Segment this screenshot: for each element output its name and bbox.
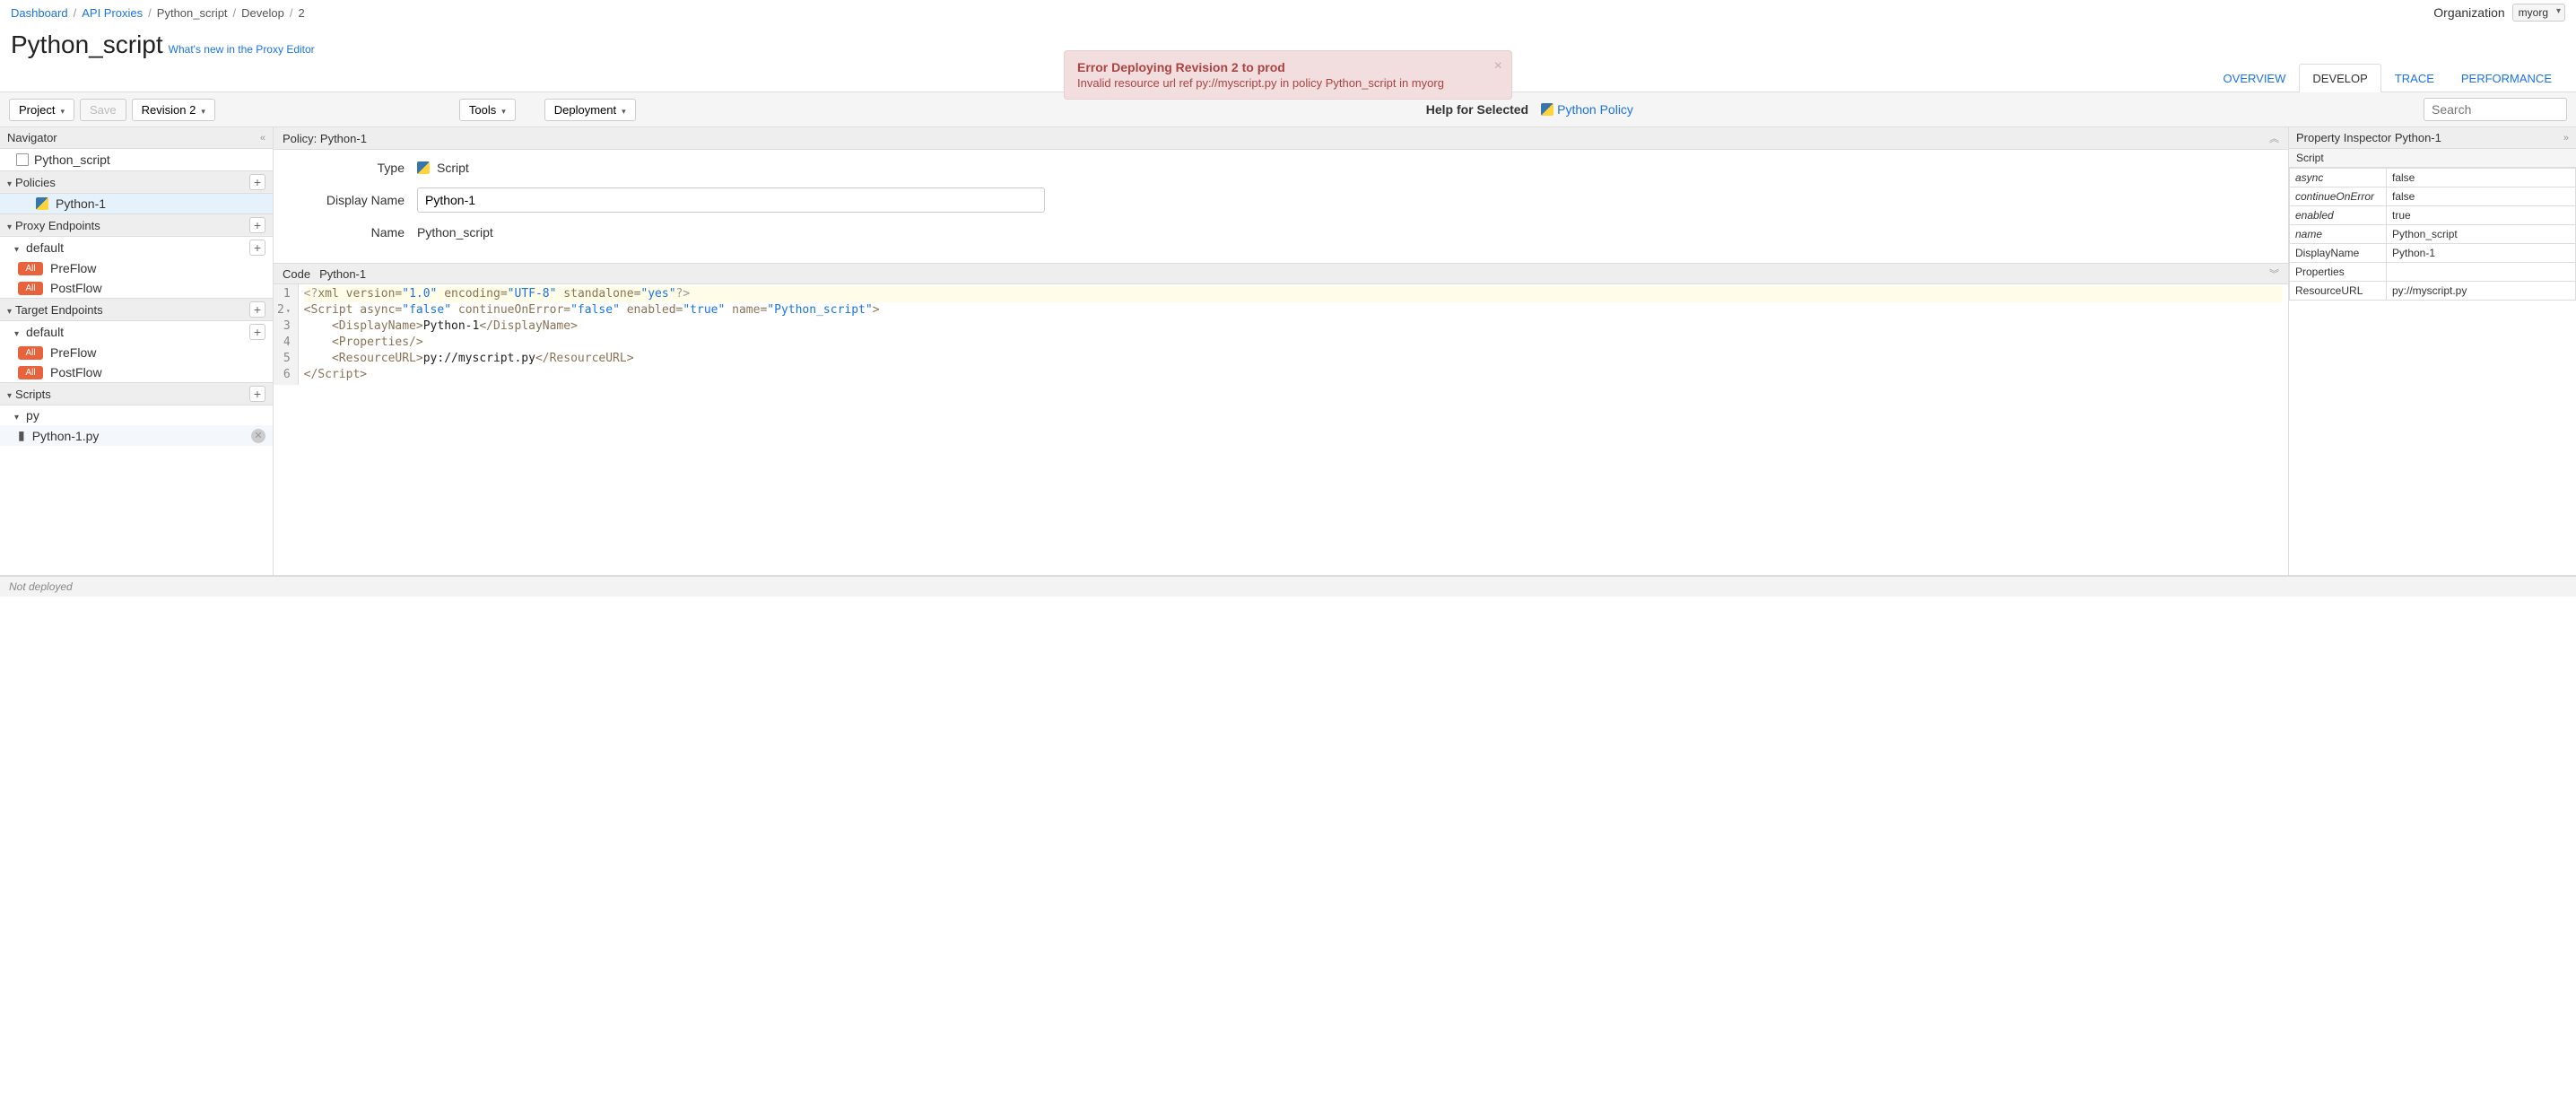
inspector-table: asyncfalsecontinueOnErrorfalseenabledtru… bbox=[2289, 168, 2576, 301]
nav-section-policies[interactable]: Policies + bbox=[0, 170, 273, 194]
breadcrumb: Dashboard / API Proxies / Python_script … bbox=[11, 6, 305, 20]
alert-message: Invalid resource url ref py://myscript.p… bbox=[1077, 76, 1484, 90]
inspector-row[interactable]: DisplayNamePython-1 bbox=[2290, 244, 2576, 263]
breadcrumb-revision: 2 bbox=[299, 6, 305, 20]
close-icon[interactable]: × bbox=[1494, 58, 1502, 74]
nav-target-preflow[interactable]: All PreFlow bbox=[0, 343, 273, 362]
navigator-root[interactable]: Python_script bbox=[0, 149, 273, 170]
breadcrumb-sep: / bbox=[74, 6, 77, 20]
breadcrumb-dashboard[interactable]: Dashboard bbox=[11, 6, 68, 20]
type-label: Type bbox=[292, 161, 417, 175]
nav-target-default[interactable]: default + bbox=[0, 321, 273, 343]
search-input[interactable] bbox=[2424, 98, 2567, 121]
tools-button[interactable]: Tools bbox=[459, 99, 516, 121]
tab-performance[interactable]: PERFORMANCE bbox=[2448, 64, 2565, 92]
badge-all: All bbox=[18, 262, 43, 275]
nav-section-scripts[interactable]: Scripts + bbox=[0, 382, 273, 405]
help-policy-link[interactable]: Python Policy bbox=[1541, 102, 1633, 117]
display-name-input[interactable] bbox=[417, 187, 1045, 213]
expand-code-icon[interactable]: ︾ bbox=[2269, 266, 2279, 281]
display-name-label: Display Name bbox=[292, 193, 417, 207]
add-script-button[interactable]: + bbox=[249, 386, 265, 402]
python-icon bbox=[36, 197, 48, 210]
python-icon bbox=[1541, 103, 1553, 116]
breadcrumb-name: Python_script bbox=[157, 6, 228, 20]
inspector-title: Property Inspector Python-1 bbox=[2296, 131, 2441, 144]
nav-section-target-endpoints[interactable]: Target Endpoints + bbox=[0, 298, 273, 321]
inspector-row[interactable]: enabledtrue bbox=[2290, 206, 2576, 225]
status-bar: Not deployed bbox=[0, 576, 2576, 597]
inspector-row[interactable]: Properties bbox=[2290, 263, 2576, 282]
expand-inspector-icon[interactable]: » bbox=[2563, 133, 2569, 144]
save-button[interactable]: Save bbox=[80, 99, 126, 121]
badge-all: All bbox=[18, 366, 43, 379]
add-target-endpoint-button[interactable]: + bbox=[249, 301, 265, 318]
whats-new-link[interactable]: What's new in the Proxy Editor bbox=[169, 43, 315, 56]
line-gutter: 1 2 3 4 5 6 bbox=[274, 284, 299, 385]
navigator-title: Navigator bbox=[7, 131, 57, 144]
inspector-section: Script bbox=[2289, 149, 2576, 168]
breadcrumb-proxies[interactable]: API Proxies bbox=[82, 6, 143, 20]
add-proxy-endpoint-button[interactable]: + bbox=[249, 217, 265, 233]
help-for-selected-label: Help for Selected bbox=[1426, 102, 1528, 117]
project-button[interactable]: Project bbox=[9, 99, 74, 121]
inspector-row[interactable]: continueOnErrorfalse bbox=[2290, 187, 2576, 206]
badge-all: All bbox=[18, 282, 43, 295]
code-content[interactable]: <?xml version="1.0" encoding="UTF-8" sta… bbox=[299, 284, 2288, 385]
tab-develop[interactable]: DEVELOP bbox=[2299, 64, 2380, 92]
alert-title: Error Deploying Revision 2 to prod bbox=[1077, 60, 1484, 74]
nav-policy-python1[interactable]: Python-1 bbox=[0, 194, 273, 214]
policy-header-title: Policy: Python-1 bbox=[283, 132, 367, 145]
page-title: Python_script bbox=[11, 31, 163, 59]
inspector-row[interactable]: ResourceURLpy://myscript.py bbox=[2290, 282, 2576, 301]
inspector-row[interactable]: namePython_script bbox=[2290, 225, 2576, 244]
error-alert: Error Deploying Revision 2 to prod Inval… bbox=[1064, 50, 1512, 100]
code-editor[interactable]: 1 2 3 4 5 6 <?xml version="1.0" encoding… bbox=[274, 284, 2288, 385]
add-policy-button[interactable]: + bbox=[249, 174, 265, 190]
nav-proxy-postflow[interactable]: All PostFlow bbox=[0, 278, 273, 298]
delete-script-icon[interactable]: ✕ bbox=[251, 429, 265, 443]
file-icon: ▮ bbox=[18, 428, 25, 443]
add-flow-button[interactable]: + bbox=[249, 240, 265, 256]
tab-overview[interactable]: OVERVIEW bbox=[2210, 64, 2300, 92]
nav-proxy-preflow[interactable]: All PreFlow bbox=[0, 258, 273, 278]
code-name: Python-1 bbox=[319, 267, 366, 281]
collapse-policy-icon[interactable]: ︽ bbox=[2269, 131, 2279, 145]
code-label: Code bbox=[283, 267, 310, 281]
organization-label: Organization bbox=[2433, 5, 2504, 20]
name-label: Name bbox=[292, 225, 417, 240]
badge-all: All bbox=[18, 346, 43, 360]
tab-trace[interactable]: TRACE bbox=[2381, 64, 2448, 92]
nav-proxy-default[interactable]: default + bbox=[0, 237, 273, 258]
nav-section-proxy-endpoints[interactable]: Proxy Endpoints + bbox=[0, 214, 273, 237]
document-icon bbox=[16, 153, 29, 166]
nav-script-file[interactable]: ▮ Python-1.py ✕ bbox=[0, 425, 273, 446]
inspector-row[interactable]: asyncfalse bbox=[2290, 169, 2576, 187]
revision-button[interactable]: Revision 2 bbox=[132, 99, 215, 121]
organization-select[interactable]: myorg bbox=[2512, 4, 2565, 22]
type-value: Script bbox=[437, 161, 469, 175]
name-value: Python_script bbox=[417, 225, 493, 240]
collapse-navigator-icon[interactable]: « bbox=[260, 133, 265, 144]
nav-scripts-py[interactable]: py bbox=[0, 405, 273, 425]
deployment-button[interactable]: Deployment bbox=[544, 99, 636, 121]
python-icon bbox=[417, 161, 430, 174]
nav-target-postflow[interactable]: All PostFlow bbox=[0, 362, 273, 382]
add-flow-button[interactable]: + bbox=[249, 324, 265, 340]
breadcrumb-develop: Develop bbox=[241, 6, 284, 20]
